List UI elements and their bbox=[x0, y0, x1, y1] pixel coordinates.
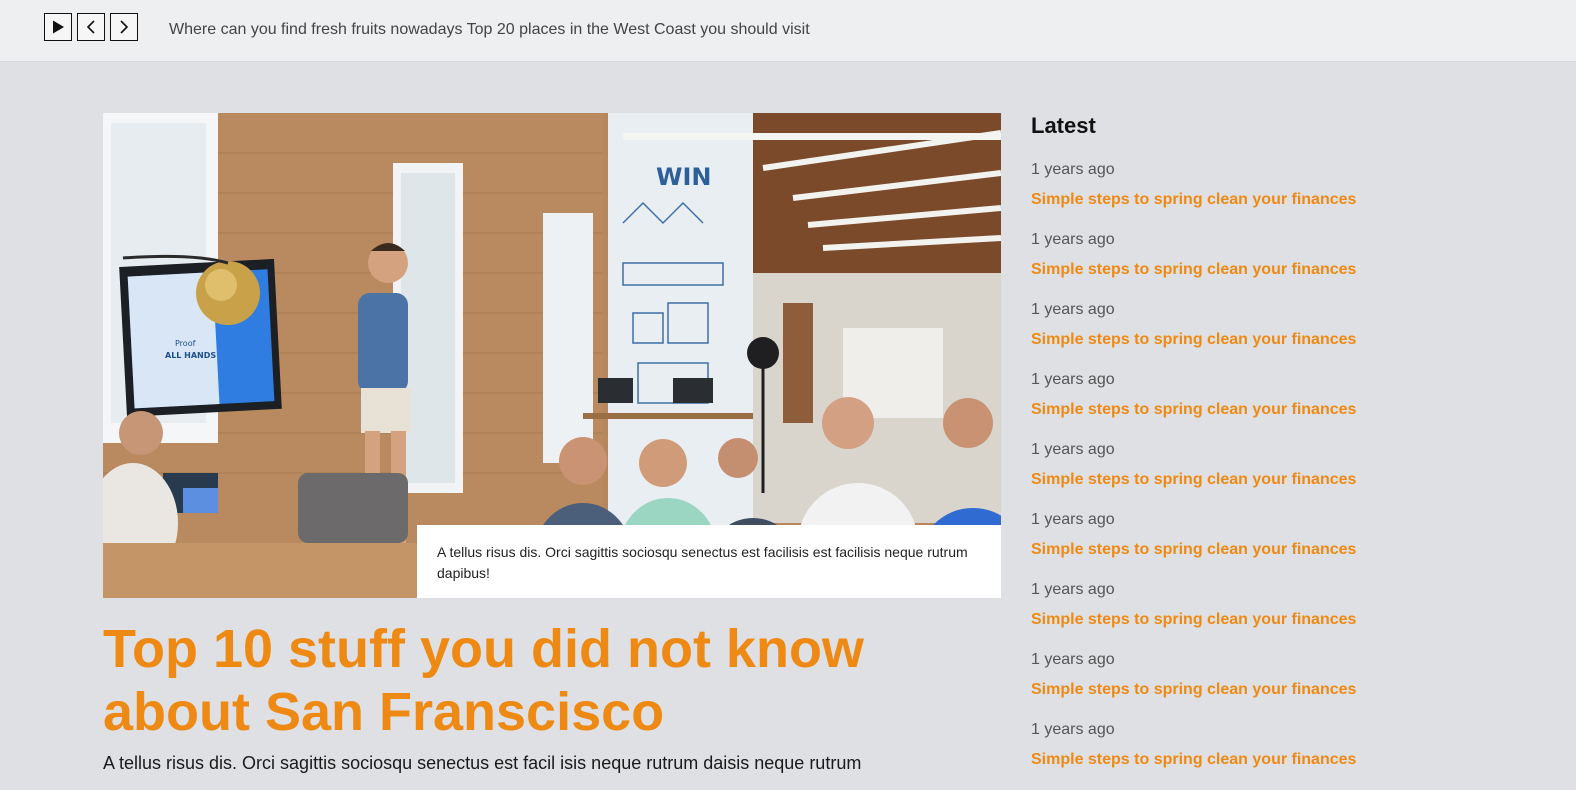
play-icon bbox=[53, 20, 64, 34]
latest-item-time: 1 years ago bbox=[1031, 301, 1115, 318]
latest-item-time: 1 years ago bbox=[1031, 441, 1115, 458]
feature-lede: A tellus risus dis. Orci sagittis socios… bbox=[103, 753, 862, 773]
latest-item-time: 1 years ago bbox=[1031, 721, 1115, 738]
latest-item-link[interactable]: Simple steps to spring clean your financ… bbox=[1031, 260, 1451, 280]
ticker-controls bbox=[44, 13, 138, 41]
chevron-right-icon bbox=[120, 20, 129, 34]
latest-item-time: 1 years ago bbox=[1031, 231, 1115, 248]
svg-text:ALL HANDS: ALL HANDS bbox=[165, 351, 216, 360]
latest-list: 1 years ago Simple steps to spring clean… bbox=[1031, 160, 1451, 790]
latest-item-link[interactable]: Simple steps to spring clean your financ… bbox=[1031, 750, 1451, 770]
ticker-headline-link[interactable]: Where can you find fresh fruits nowadays… bbox=[169, 21, 810, 39]
latest-item: 1 years ago Simple steps to spring clean… bbox=[1031, 230, 1451, 300]
feature-headline[interactable]: Top 10 stuff you did not know about San … bbox=[103, 618, 1003, 744]
chevron-left-icon bbox=[86, 20, 95, 34]
news-ticker-bar: Where can you find fresh fruits nowadays… bbox=[0, 0, 1576, 62]
latest-item-link[interactable]: Simple steps to spring clean your financ… bbox=[1031, 400, 1451, 420]
latest-item: 1 years ago Simple steps to spring clean… bbox=[1031, 440, 1451, 510]
latest-item-time: 1 years ago bbox=[1031, 371, 1115, 388]
latest-item-link[interactable]: Simple steps to spring clean your financ… bbox=[1031, 540, 1451, 560]
latest-item-link[interactable]: Simple steps to spring clean your financ… bbox=[1031, 190, 1451, 210]
feature-image-caption: A tellus risus dis. Orci sagittis socios… bbox=[417, 525, 1001, 598]
ticker-next-button[interactable] bbox=[110, 13, 138, 41]
latest-item: 1 years ago Simple steps to spring clean… bbox=[1031, 510, 1451, 580]
latest-item-link[interactable]: Simple steps to spring clean your financ… bbox=[1031, 680, 1451, 700]
latest-sidebar: Latest 1 years ago Simple steps to sprin… bbox=[1031, 113, 1451, 768]
ticker-previous-button[interactable] bbox=[77, 13, 105, 41]
latest-item-link[interactable]: Simple steps to spring clean your financ… bbox=[1031, 330, 1451, 350]
svg-text:WIN: WIN bbox=[656, 163, 712, 191]
ticker-play-button[interactable] bbox=[44, 13, 72, 41]
latest-item: 1 years ago Simple steps to spring clean… bbox=[1031, 650, 1451, 720]
latest-heading: Latest bbox=[1031, 113, 1096, 138]
svg-text:Proof: Proof bbox=[175, 339, 196, 348]
latest-item-link[interactable]: Simple steps to spring clean your financ… bbox=[1031, 610, 1451, 630]
latest-item: 1 years ago Simple steps to spring clean… bbox=[1031, 370, 1451, 440]
latest-item-time: 1 years ago bbox=[1031, 511, 1115, 528]
latest-item: 1 years ago Simple steps to spring clean… bbox=[1031, 580, 1451, 650]
latest-item: 1 years ago Simple steps to spring clean… bbox=[1031, 720, 1451, 790]
latest-item-time: 1 years ago bbox=[1031, 581, 1115, 598]
latest-item-time: 1 years ago bbox=[1031, 161, 1115, 178]
latest-item-time: 1 years ago bbox=[1031, 651, 1115, 668]
latest-item: 1 years ago Simple steps to spring clean… bbox=[1031, 300, 1451, 370]
latest-item: 1 years ago Simple steps to spring clean… bbox=[1031, 160, 1451, 230]
latest-item-link[interactable]: Simple steps to spring clean your financ… bbox=[1031, 470, 1451, 490]
